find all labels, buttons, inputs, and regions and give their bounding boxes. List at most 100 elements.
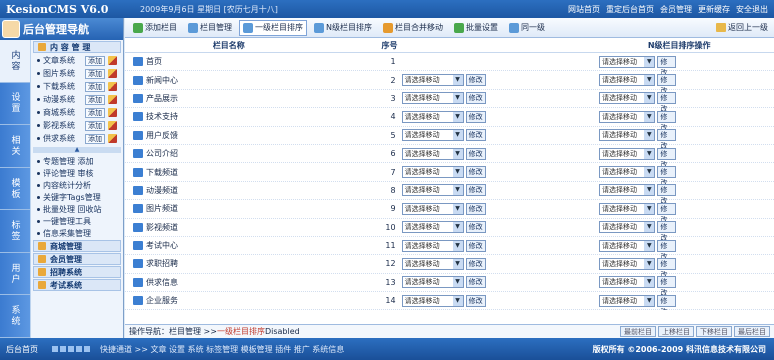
menu-item-special[interactable]: 专题管理 添加 bbox=[31, 155, 123, 167]
move-top-button[interactable]: 最前栏目 bbox=[620, 326, 656, 337]
menu-item-movie[interactable]: 影视系统 添加 bbox=[31, 119, 123, 132]
link-logout[interactable]: 安全退出 bbox=[736, 4, 768, 15]
category-name[interactable]: 动漫频道 bbox=[146, 185, 178, 196]
add-button[interactable]: 添加 bbox=[85, 107, 105, 118]
modify-button[interactable]: 修改 bbox=[657, 92, 676, 113]
modify-button[interactable]: 修改 bbox=[657, 184, 676, 205]
move-select[interactable]: 请选择移动 ▼ bbox=[599, 239, 656, 252]
menu-item-statistics[interactable]: 内容统计分析 bbox=[31, 179, 123, 191]
move-select[interactable]: 请选择移动 ▼ bbox=[401, 147, 464, 160]
move-up-button[interactable]: 上移栏目 bbox=[658, 326, 694, 337]
move-down-button[interactable]: 下移栏目 bbox=[696, 326, 732, 337]
edit-pen-icon[interactable] bbox=[108, 134, 117, 143]
category-name[interactable]: 供求信息 bbox=[146, 277, 178, 288]
footer-home-link[interactable]: 后台首页 bbox=[6, 344, 38, 355]
edit-pen-icon[interactable] bbox=[108, 121, 117, 130]
vtab-tags[interactable]: 标签 bbox=[0, 210, 30, 253]
category-name[interactable]: 求职招聘 bbox=[146, 258, 178, 269]
category-name[interactable]: 考试中心 bbox=[146, 240, 178, 251]
modify-button[interactable]: 修改 bbox=[657, 55, 676, 77]
move-select[interactable]: 请选择移动 ▼ bbox=[599, 92, 656, 105]
link-admin-home[interactable]: 重定后台首页 bbox=[606, 4, 654, 15]
category-name[interactable]: 首页 bbox=[146, 56, 162, 67]
modify-button[interactable]: 修改 bbox=[465, 74, 486, 87]
move-select[interactable]: 请选择移动 ▼ bbox=[599, 184, 656, 197]
category-name[interactable]: 影视频道 bbox=[146, 222, 178, 233]
vtab-related[interactable]: 相关 bbox=[0, 125, 30, 168]
menu-item-download[interactable]: 下载系统 添加 bbox=[31, 80, 123, 93]
modify-button[interactable]: 修改 bbox=[465, 184, 486, 197]
modify-button[interactable]: 修改 bbox=[657, 257, 676, 279]
category-name[interactable]: 企业服务 bbox=[146, 295, 178, 306]
sort-level1-button[interactable]: 一级栏目排序 bbox=[239, 19, 307, 36]
manage-category-button[interactable]: 栏目管理 bbox=[184, 20, 236, 36]
move-select[interactable]: 请选择移动 ▼ bbox=[599, 74, 656, 87]
section-members[interactable]: 会员管理 bbox=[33, 253, 121, 265]
vtab-templates[interactable]: 模板 bbox=[0, 167, 30, 211]
modify-button[interactable]: 修改 bbox=[657, 110, 676, 132]
move-select[interactable]: 请选择移动 ▼ bbox=[599, 221, 656, 234]
menu-item-flash[interactable]: 动漫系统 添加 bbox=[31, 93, 123, 106]
move-select[interactable]: 请选择移动 ▼ bbox=[599, 257, 656, 270]
batch-settings-button[interactable]: 批量设置 bbox=[450, 20, 502, 36]
category-name[interactable]: 用户反馈 bbox=[146, 130, 178, 141]
modify-button[interactable]: 修改 bbox=[465, 110, 486, 123]
modify-button[interactable]: 修改 bbox=[657, 239, 676, 261]
move-select[interactable]: 请选择移动 ▼ bbox=[401, 202, 464, 215]
section-shop[interactable]: 商城管理 bbox=[33, 240, 121, 252]
move-select[interactable]: 请选择移动 ▼ bbox=[401, 92, 464, 105]
menu-item-supply[interactable]: 供求系统 添加 bbox=[31, 132, 123, 145]
move-select[interactable]: 请选择移动 ▼ bbox=[401, 221, 464, 234]
modify-button[interactable]: 修改 bbox=[657, 129, 676, 150]
move-select[interactable]: 请选择移动 ▼ bbox=[401, 166, 464, 179]
footer-shortcuts[interactable]: 快捷通道 >> 文章 设置 系统 标签管理 模板管理 插件 推广 系统信息 bbox=[100, 344, 593, 355]
modify-button[interactable]: 修改 bbox=[657, 276, 676, 297]
modify-button[interactable]: 修改 bbox=[465, 221, 486, 234]
menu-item-tools[interactable]: 一键管理工具 bbox=[31, 215, 123, 227]
category-name[interactable]: 图片频道 bbox=[146, 203, 178, 214]
modify-button[interactable]: 修改 bbox=[657, 147, 676, 169]
edit-pen-icon[interactable] bbox=[108, 108, 117, 117]
modify-button[interactable]: 修改 bbox=[657, 74, 676, 95]
merge-move-button[interactable]: 栏目合并移动 bbox=[379, 20, 447, 36]
move-select[interactable]: 请选择移动 ▼ bbox=[599, 202, 656, 215]
vtab-users[interactable]: 用户 bbox=[0, 252, 30, 296]
move-select[interactable]: 请选择移动 ▼ bbox=[599, 147, 656, 160]
move-select[interactable]: 请选择移动 ▼ bbox=[401, 294, 464, 307]
add-button[interactable]: 添加 bbox=[85, 94, 105, 105]
modify-button[interactable]: 修改 bbox=[465, 166, 486, 179]
move-select[interactable]: 请选择移动 ▼ bbox=[599, 110, 656, 123]
add-button[interactable]: 添加 bbox=[85, 68, 105, 79]
same-level-button[interactable]: 同一级 bbox=[505, 20, 549, 36]
vtab-content[interactable]: 内容 bbox=[0, 40, 30, 83]
menu-item-shop[interactable]: 商城系统 添加 bbox=[31, 106, 123, 119]
move-select[interactable]: 请选择移动 ▼ bbox=[599, 129, 656, 142]
move-select[interactable]: 请选择移动 ▼ bbox=[599, 294, 656, 307]
modify-button[interactable]: 修改 bbox=[465, 92, 486, 105]
modify-button[interactable]: 修改 bbox=[465, 276, 486, 289]
edit-pen-icon[interactable] bbox=[108, 82, 117, 91]
modify-button[interactable]: 修改 bbox=[657, 221, 676, 242]
move-select[interactable]: 请选择移动 ▼ bbox=[599, 166, 656, 179]
add-button[interactable]: 添加 bbox=[85, 81, 105, 92]
link-site-home[interactable]: 网站首页 bbox=[568, 4, 600, 15]
category-name[interactable]: 新闻中心 bbox=[146, 75, 178, 86]
move-select[interactable]: 请选择移动 ▼ bbox=[401, 74, 464, 87]
collapse-arrow-icon[interactable]: ▲ bbox=[33, 147, 121, 153]
category-name[interactable]: 下载频道 bbox=[146, 167, 178, 178]
category-name[interactable]: 技术支持 bbox=[146, 111, 178, 122]
modify-button[interactable]: 修改 bbox=[657, 202, 676, 224]
category-name[interactable]: 产品展示 bbox=[146, 93, 178, 104]
sort-levelN-button[interactable]: N级栏目排序 bbox=[310, 20, 376, 36]
add-button[interactable]: 添加 bbox=[85, 55, 105, 66]
move-select[interactable]: 请选择移动 ▼ bbox=[401, 184, 464, 197]
edit-pen-icon[interactable] bbox=[108, 56, 117, 65]
section-jobs[interactable]: 招聘系统 bbox=[33, 266, 121, 278]
move-select[interactable]: 请选择移动 ▼ bbox=[401, 257, 464, 270]
modify-button[interactable]: 修改 bbox=[465, 202, 486, 215]
move-select[interactable]: 请选择移动 ▼ bbox=[599, 276, 656, 289]
modify-button[interactable]: 修改 bbox=[465, 129, 486, 142]
modify-button[interactable]: 修改 bbox=[657, 166, 676, 187]
vtab-system[interactable]: 系统 bbox=[0, 295, 30, 339]
menu-item-tags[interactable]: 关键字Tags管理 bbox=[31, 191, 123, 203]
